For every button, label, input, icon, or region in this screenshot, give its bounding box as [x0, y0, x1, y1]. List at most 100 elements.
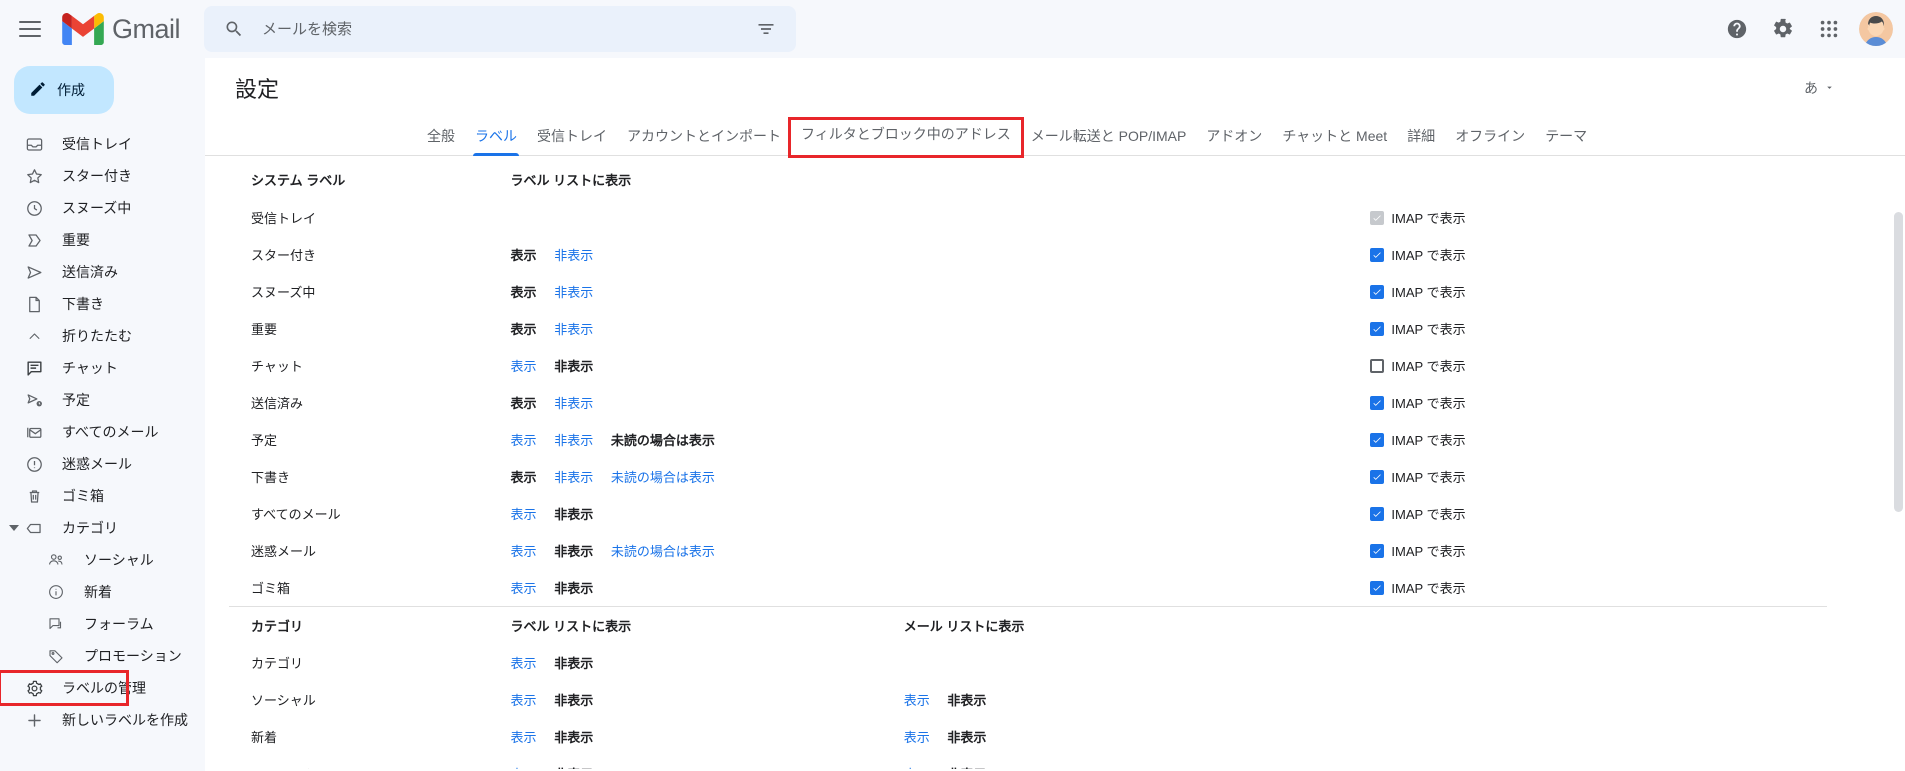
action-hide[interactable]: 非表示: [554, 507, 593, 522]
tab-inbox[interactable]: 受信トレイ: [527, 124, 617, 155]
gear-icon[interactable]: [1761, 7, 1805, 51]
sidebar-item-promotions[interactable]: プロモーション: [0, 640, 193, 672]
imap-checkbox[interactable]: [1370, 506, 1385, 521]
sidebar-item-trash[interactable]: ゴミ箱: [0, 480, 193, 512]
imap-checkbox[interactable]: [1370, 469, 1385, 484]
action-show[interactable]: 表示: [511, 544, 537, 559]
action-hide[interactable]: 非表示: [554, 359, 593, 374]
action-hide[interactable]: 非表示: [554, 322, 593, 337]
action-mail-hide[interactable]: 非表示: [947, 767, 986, 769]
action-show[interactable]: 表示: [511, 656, 537, 671]
tab-labels[interactable]: ラベル: [465, 124, 527, 156]
imap-checkbox[interactable]: [1370, 321, 1385, 336]
sidebar-item-all-mail[interactable]: すべてのメール: [0, 416, 193, 448]
gmail-logo-link[interactable]: Gmail: [62, 13, 181, 45]
tab-themes[interactable]: テーマ: [1535, 124, 1597, 155]
imap-checkbox[interactable]: [1370, 284, 1385, 299]
sidebar-item-important[interactable]: 重要: [0, 224, 193, 256]
imap-checkbox[interactable]: [1370, 580, 1385, 595]
sidebar-item-social[interactable]: ソーシャル: [0, 544, 193, 576]
action-show[interactable]: 表示: [511, 359, 537, 374]
sidebar-row: 下書き: [0, 288, 193, 320]
action-show[interactable]: 表示: [511, 767, 537, 769]
help-icon[interactable]: [1715, 7, 1759, 51]
compose-button[interactable]: 作成: [14, 66, 114, 114]
table-row: スター付き 表示 非表示 IMAP で表示: [229, 236, 1827, 273]
google-apps-grid-icon[interactable]: [1807, 7, 1851, 51]
sidebar-item-spam[interactable]: 迷惑メール: [0, 448, 193, 480]
search-icon[interactable]: [214, 9, 254, 49]
action-show[interactable]: 表示: [511, 396, 537, 411]
search-input[interactable]: [254, 20, 746, 38]
imap-checkbox[interactable]: [1370, 247, 1385, 262]
sidebar-item-sent[interactable]: 送信済み: [0, 256, 193, 288]
action-show[interactable]: 表示: [511, 248, 537, 263]
imap-checkbox[interactable]: [1370, 395, 1385, 410]
action-hide[interactable]: 非表示: [554, 544, 593, 559]
search-options-icon[interactable]: [746, 9, 786, 49]
action-show[interactable]: 表示: [511, 322, 537, 337]
action-show[interactable]: 表示: [511, 285, 537, 300]
language-selector[interactable]: あ: [1796, 74, 1843, 102]
action-hide[interactable]: 非表示: [554, 470, 593, 485]
action-hide[interactable]: 非表示: [554, 396, 593, 411]
sidebar-item-categories[interactable]: カテゴリ: [0, 512, 193, 544]
inbox-icon: [24, 134, 44, 154]
action-hide[interactable]: 非表示: [554, 693, 593, 708]
imap-toggle-cell: [1370, 755, 1827, 769]
action-show[interactable]: 表示: [511, 693, 537, 708]
tab-chat-and-meet[interactable]: チャットと Meet: [1272, 124, 1397, 155]
sidebar-item-starred[interactable]: スター付き: [0, 160, 193, 192]
action-show[interactable]: 表示: [511, 581, 537, 596]
sidebar-item-chat[interactable]: チャット: [0, 352, 193, 384]
action-hide[interactable]: 非表示: [554, 656, 593, 671]
sidebar-item-manage-labels[interactable]: ラベルの管理: [0, 670, 146, 706]
tab-forwarding-pop-imap[interactable]: メール転送と POP/IMAP: [1021, 124, 1197, 155]
sidebar-item-snoozed[interactable]: スヌーズ中: [0, 192, 193, 224]
imap-checkbox[interactable]: [1370, 543, 1385, 558]
tab-general[interactable]: 全般: [417, 124, 465, 155]
left-sidebar: 作成 受信トレイ スター付き スヌーズ中 重要 送信済み 下書き 折りたたむ チ…: [0, 58, 205, 771]
action-mail-hide[interactable]: 非表示: [947, 730, 986, 745]
tab-filters-blocked-addresses[interactable]: フィルタとブロック中のアドレス: [788, 117, 1024, 158]
action-show-if-unread[interactable]: 未読の場合は表示: [611, 544, 715, 559]
action-mail-show[interactable]: 表示: [904, 730, 930, 745]
sidebar-item-scheduled[interactable]: 予定: [0, 384, 193, 416]
tab-accounts-import[interactable]: アカウントとインポート: [617, 124, 791, 155]
sidebar-item-forums[interactable]: フォーラム: [0, 608, 193, 640]
all-mail-icon: [24, 422, 44, 442]
tab-offline[interactable]: オフライン: [1445, 124, 1535, 155]
imap-checkbox[interactable]: [1370, 432, 1385, 447]
category-expander-icon[interactable]: [9, 525, 19, 531]
action-mail-show[interactable]: 表示: [904, 693, 930, 708]
tab-add-ons[interactable]: アドオン: [1196, 124, 1272, 155]
sidebar-item-collapse[interactable]: 折りたたむ: [0, 320, 193, 352]
sidebar-item-updates[interactable]: 新着: [0, 576, 193, 608]
action-hide[interactable]: 非表示: [554, 433, 593, 448]
imap-checkbox[interactable]: [1370, 358, 1385, 373]
search-bar[interactable]: [204, 6, 796, 52]
action-mail-hide[interactable]: 非表示: [947, 693, 986, 708]
action-show-if-unread[interactable]: 未読の場合は表示: [611, 433, 715, 448]
action-hide[interactable]: 非表示: [554, 248, 593, 263]
table-row: ソーシャル 表示 非表示 表示 非表示: [229, 681, 1827, 718]
action-show[interactable]: 表示: [511, 730, 537, 745]
user-avatar[interactable]: [1859, 12, 1893, 46]
action-show-if-unread[interactable]: 未読の場合は表示: [611, 470, 715, 485]
action-show[interactable]: 表示: [511, 470, 537, 485]
action-hide[interactable]: 非表示: [554, 767, 593, 769]
main-menu-icon[interactable]: [6, 5, 54, 53]
sidebar-item-create-new-label[interactable]: 新しいラベルを作成: [0, 704, 193, 736]
action-show[interactable]: 表示: [511, 507, 537, 522]
action-hide[interactable]: 非表示: [554, 581, 593, 596]
vertical-scrollbar-thumb[interactable]: [1894, 212, 1903, 512]
sidebar-item-drafts[interactable]: 下書き: [0, 288, 193, 320]
sidebar-item-inbox[interactable]: 受信トレイ: [0, 128, 193, 160]
settings-scroll-area[interactable]: システム ラベル ラベル リストに表示 受信トレイ IMAP で表示 スター付き…: [205, 156, 1905, 769]
tab-advanced[interactable]: 詳細: [1397, 124, 1445, 155]
action-hide[interactable]: 非表示: [554, 730, 593, 745]
label-list-actions: 表示 非表示: [511, 644, 904, 681]
action-mail-show[interactable]: 表示: [904, 767, 930, 769]
action-hide[interactable]: 非表示: [554, 285, 593, 300]
action-show[interactable]: 表示: [511, 433, 537, 448]
